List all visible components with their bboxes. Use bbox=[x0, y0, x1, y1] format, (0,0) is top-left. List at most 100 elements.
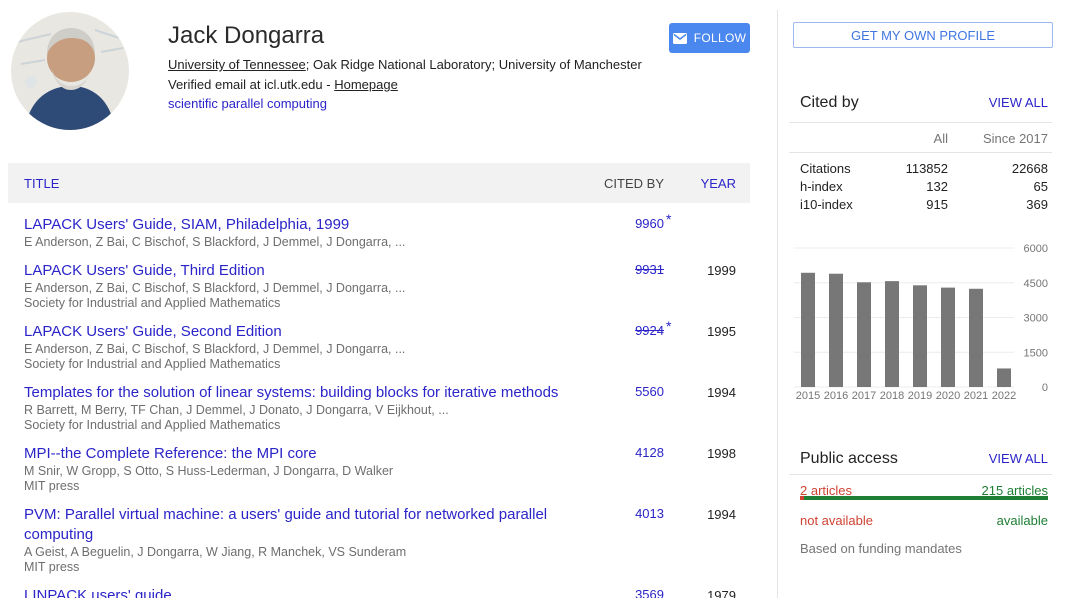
publications-list: LAPACK Users' Guide, SIAM, Philadelphia,… bbox=[8, 203, 750, 598]
publication-publisher: MIT press bbox=[24, 560, 594, 575]
publication-authors: A Geist, A Beguelin, J Dongarra, W Jiang… bbox=[24, 545, 594, 560]
not-available-label: not available bbox=[800, 513, 873, 528]
avatar-photo-placeholder bbox=[11, 12, 129, 130]
envelope-icon bbox=[673, 33, 687, 44]
publication-year: 1994 bbox=[707, 507, 736, 522]
affiliation-link[interactable]: University of Tennessee bbox=[168, 57, 306, 72]
publication-year: 1979 bbox=[707, 588, 736, 598]
svg-text:6000: 6000 bbox=[1024, 243, 1048, 255]
verified-email-text: Verified email at icl.utk.edu - bbox=[168, 77, 334, 92]
stat-all: 113852 bbox=[858, 161, 948, 176]
cited-by-header: Cited by VIEW ALL bbox=[800, 94, 1048, 112]
stat-row-citations: Citations 113852 22668 bbox=[800, 161, 1048, 176]
publication-row: LAPACK Users' Guide, Second Edition E An… bbox=[8, 317, 750, 378]
publication-year: 1999 bbox=[707, 263, 736, 278]
svg-text:2022: 2022 bbox=[992, 390, 1016, 402]
publications-header-row: TITLE CITED BY YEAR bbox=[8, 163, 750, 203]
public-access-heading[interactable]: Public access bbox=[800, 450, 898, 468]
cited-by-count-link[interactable]: 3569 bbox=[635, 587, 664, 598]
public-access-view-all[interactable]: VIEW ALL bbox=[989, 451, 1048, 466]
svg-text:2020: 2020 bbox=[936, 390, 960, 402]
col-all: All bbox=[858, 131, 948, 146]
publication-title-link[interactable]: Templates for the solution of linear sys… bbox=[24, 383, 594, 403]
sort-by-title[interactable]: TITLE bbox=[24, 176, 59, 191]
follow-button[interactable]: FOLLOW bbox=[669, 23, 750, 53]
merged-citation-asterisk: * bbox=[666, 211, 671, 227]
publication-publisher: Society for Industrial and Applied Mathe… bbox=[24, 296, 594, 311]
vertical-divider bbox=[777, 10, 778, 598]
publication-row: PVM: Parallel virtual machine: a users' … bbox=[8, 500, 750, 581]
cited-by-view-all[interactable]: VIEW ALL bbox=[989, 95, 1048, 110]
cited-by-count-link[interactable]: 4128 bbox=[635, 445, 664, 460]
verified-email: Verified email at icl.utk.edu - Homepage bbox=[168, 77, 398, 92]
stat-label: h-index bbox=[800, 179, 858, 194]
publication-title-link[interactable]: LINPACK users' guide bbox=[24, 586, 594, 598]
citations-per-year-chart[interactable]: 0150030004500600020152016201720182019202… bbox=[792, 240, 1054, 402]
publication-publisher: Society for Industrial and Applied Mathe… bbox=[24, 357, 594, 372]
publication-row: LAPACK Users' Guide, SIAM, Philadelphia,… bbox=[8, 210, 750, 256]
publication-year: 1998 bbox=[707, 446, 736, 461]
publication-publisher: MIT press bbox=[24, 479, 594, 494]
svg-text:1500: 1500 bbox=[1024, 347, 1048, 359]
cited-by-count-link[interactable]: 9960 bbox=[635, 216, 664, 231]
interest-link[interactable]: scientific parallel computing bbox=[168, 96, 327, 111]
cited-by-heading[interactable]: Cited by bbox=[800, 94, 859, 112]
svg-text:4500: 4500 bbox=[1024, 278, 1048, 290]
publication-title-link[interactable]: MPI--the Complete Reference: the MPI cor… bbox=[24, 444, 594, 464]
stat-all: 132 bbox=[858, 179, 948, 194]
publication-authors: E Anderson, Z Bai, C Bischof, S Blackfor… bbox=[24, 235, 594, 250]
funding-mandates-note: Based on funding mandates bbox=[800, 541, 962, 556]
stat-since: 22668 bbox=[948, 161, 1048, 176]
publication-year: 1995 bbox=[707, 324, 736, 339]
publication-row: LINPACK users' guide JJ Dongarra, CB Mol… bbox=[8, 581, 750, 598]
publication-title-link[interactable]: LAPACK Users' Guide, Second Edition bbox=[24, 322, 594, 342]
publication-title-link[interactable]: LAPACK Users' Guide, SIAM, Philadelphia,… bbox=[24, 215, 594, 235]
publication-title-link[interactable]: LAPACK Users' Guide, Third Edition bbox=[24, 261, 594, 281]
svg-text:2019: 2019 bbox=[908, 390, 932, 402]
divider bbox=[789, 474, 1052, 475]
divider bbox=[789, 152, 1052, 153]
publication-publisher: Society for Industrial and Applied Mathe… bbox=[24, 418, 594, 433]
svg-text:2016: 2016 bbox=[824, 390, 848, 402]
cited-by-count-link[interactable]: 9924 bbox=[635, 323, 664, 338]
svg-text:2017: 2017 bbox=[852, 390, 876, 402]
stat-row-i10-index: i10-index 915 369 bbox=[800, 197, 1048, 212]
publication-row: LAPACK Users' Guide, Third Edition E And… bbox=[8, 256, 750, 317]
col-since-2017: Since 2017 bbox=[948, 131, 1048, 146]
stat-label: i10-index bbox=[800, 197, 858, 212]
available-bar-segment bbox=[804, 496, 1048, 500]
publication-authors: E Anderson, Z Bai, C Bischof, S Blackfor… bbox=[24, 281, 594, 296]
get-my-own-profile-button[interactable]: GET MY OWN PROFILE bbox=[793, 22, 1053, 48]
divider bbox=[789, 122, 1052, 123]
publication-row: Templates for the solution of linear sys… bbox=[8, 378, 750, 439]
cited-by-count-link[interactable]: 9931 bbox=[635, 262, 664, 277]
publication-authors: R Barrett, M Berry, TF Chan, J Demmel, J… bbox=[24, 403, 594, 418]
public-access-header: Public access VIEW ALL bbox=[800, 450, 1048, 468]
publication-title-link[interactable]: PVM: Parallel virtual machine: a users' … bbox=[24, 505, 594, 545]
svg-text:2018: 2018 bbox=[880, 390, 904, 402]
cited-by-count-link[interactable]: 5560 bbox=[635, 384, 664, 399]
interests: scientific parallel computing bbox=[168, 96, 327, 111]
public-access-labels: not available available bbox=[800, 513, 1048, 528]
scholar-profile-page: Jack Dongarra University of Tennessee; O… bbox=[0, 0, 1080, 598]
public-access-bar bbox=[800, 496, 1048, 500]
stat-label: Citations bbox=[800, 161, 858, 176]
publication-authors: M Snir, W Gropp, S Otto, S Huss-Lederman… bbox=[24, 464, 594, 479]
cited-by-count-link[interactable]: 4013 bbox=[635, 506, 664, 521]
publications-table: TITLE CITED BY YEAR LAPACK Users' Guide,… bbox=[8, 163, 750, 598]
homepage-link[interactable]: Homepage bbox=[334, 77, 398, 92]
avatar[interactable] bbox=[11, 12, 129, 130]
svg-text:2021: 2021 bbox=[964, 390, 988, 402]
sort-by-year[interactable]: YEAR bbox=[701, 176, 736, 191]
svg-text:3000: 3000 bbox=[1024, 313, 1048, 325]
publication-year: 1994 bbox=[707, 385, 736, 400]
profile-name: Jack Dongarra bbox=[168, 22, 324, 50]
available-label: available bbox=[997, 513, 1048, 528]
sort-by-cited-label: CITED BY bbox=[604, 176, 664, 191]
publication-row: MPI--the Complete Reference: the MPI cor… bbox=[8, 439, 750, 500]
follow-label: FOLLOW bbox=[694, 31, 746, 45]
stats-column-headers: All Since 2017 bbox=[800, 131, 1048, 146]
stat-since: 65 bbox=[948, 179, 1048, 194]
stat-since: 369 bbox=[948, 197, 1048, 212]
merged-citation-asterisk: * bbox=[666, 318, 671, 334]
